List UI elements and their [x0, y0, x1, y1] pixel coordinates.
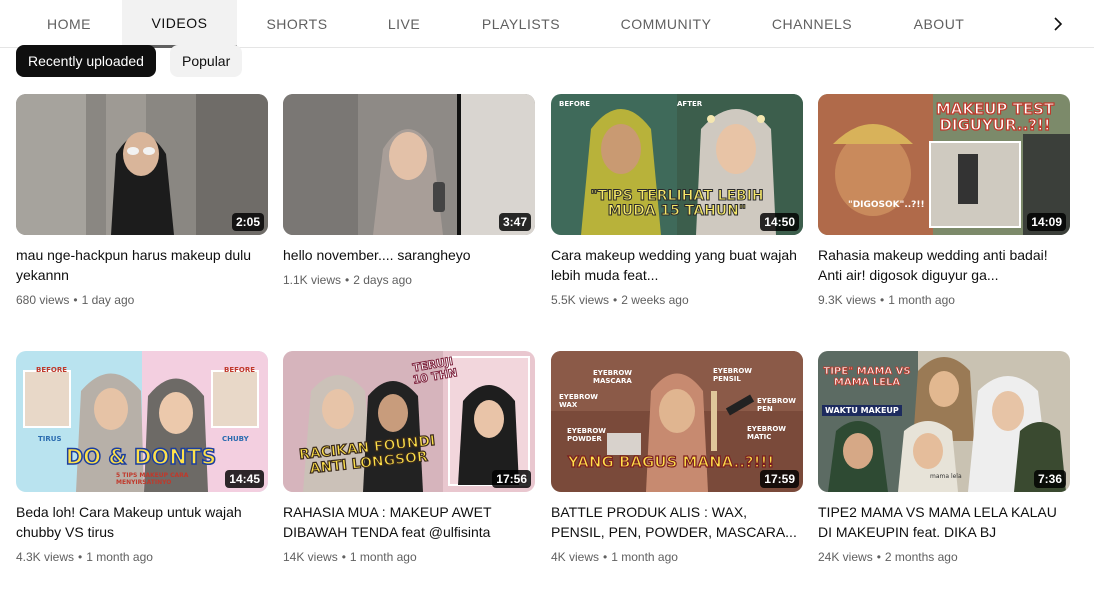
tirus-label: TIRUS [38, 435, 62, 443]
eyebrow-matic-label: EYEBROW MATIC [747, 425, 787, 441]
meta-separator: • [613, 293, 618, 307]
upload-age: 1 month ago [349, 550, 417, 564]
upload-age: 2 months ago [884, 550, 958, 564]
view-count: 24K views [818, 550, 873, 564]
video-title[interactable]: Beda loh! Cara Makeup untuk wajah chubby… [16, 502, 268, 542]
meta-separator: • [341, 550, 346, 564]
digosok-label: "DIGOSOK"..?!! [848, 200, 925, 210]
tips-label: 5 TIPS MAKEUP CARA MENYIRSATINYO [116, 472, 189, 486]
upload-age: 2 weeks ago [621, 293, 689, 307]
video-meta: 14K views • 1 month ago [283, 548, 535, 566]
thumbnail-caption: YANG BAGUS MANA..?!!! [567, 453, 775, 471]
video-card[interactable]: EYEBROW MASCARA EYEBROW PENSIL EYEBROW W… [551, 351, 803, 566]
video-title[interactable]: RAHASIA MUA : MAKEUP AWET DIBAWAH TENDA … [283, 502, 535, 542]
waktu-makeup-label: WAKTU MAKEUP [822, 405, 902, 416]
duration-badge: 14:09 [1027, 213, 1066, 231]
video-card[interactable]: 3:47 hello november.... sarangheyo 1.1K … [283, 94, 535, 289]
eyebrow-pen-label: EYEBROW PEN [757, 397, 797, 413]
video-meta: 9.3K views • 1 month ago [818, 291, 1070, 309]
upload-age: 1 day ago [81, 293, 135, 307]
after-label: AFTER [677, 100, 703, 108]
video-title[interactable]: Rahasia makeup wedding anti badai! Anti … [818, 245, 1070, 285]
video-title[interactable]: BATTLE PRODUK ALIS : WAX, PENSIL, PEN, P… [551, 502, 803, 542]
before-label: BEFORE [36, 366, 68, 374]
video-thumbnail[interactable]: TERUJI 10 THN RACIKAN FOUNDI ANTI LONGSO… [283, 351, 535, 492]
thumbnail-caption: MAKEUP TEST DIGUYUR..?!! [935, 100, 1055, 134]
meta-separator: • [345, 273, 350, 287]
view-count: 1.1K views [283, 273, 342, 287]
chuby-label: CHUBY [222, 435, 249, 443]
thumbnail-caption: DO & DONTS [65, 445, 217, 469]
duration-badge: 14:50 [760, 213, 799, 231]
meta-separator: • [78, 550, 83, 564]
video-thumbnail[interactable]: 2:05 [16, 94, 268, 235]
mama-lela-label: mama lela [930, 473, 962, 480]
view-count: 9.3K views [818, 293, 877, 307]
tab-shorts[interactable]: SHORTS [244, 0, 350, 48]
duration-badge: 17:59 [760, 470, 799, 488]
tab-home[interactable]: HOME [20, 0, 118, 48]
tab-live[interactable]: LIVE [364, 0, 444, 48]
video-title[interactable]: Cara makeup wedding yang buat wajah lebi… [551, 245, 803, 285]
view-count: 680 views [16, 293, 70, 307]
upload-age: 2 days ago [353, 273, 412, 287]
thumbnail-caption: "TIPS TERLIHAT LEBIH MUDA 15 TAHUN" [590, 188, 764, 219]
video-meta: 1.1K views • 2 days ago [283, 271, 535, 289]
eyebrow-pensil-label: EYEBROW PENSIL [713, 367, 753, 383]
video-title[interactable]: hello november.... sarangheyo [283, 245, 535, 265]
video-card[interactable]: TIPE" MAMA VS MAMA LELA WAKTU MAKEUP mam… [818, 351, 1070, 566]
meta-separator: • [73, 293, 78, 307]
video-title[interactable]: mau nge-hackpun harus makeup dulu yekann… [16, 245, 268, 285]
video-thumbnail[interactable]: BEFORE AFTER "TIPS TERLIHAT LEBIH MUDA 1… [551, 94, 803, 235]
duration-badge: 14:45 [225, 470, 264, 488]
upload-age: 1 month ago [611, 550, 678, 564]
video-title[interactable]: TIPE2 MAMA VS MAMA LELA KALAU DI MAKEUPI… [818, 502, 1070, 542]
duration-badge: 7:36 [1033, 470, 1066, 488]
tab-about[interactable]: ABOUT [896, 0, 982, 48]
eyebrow-wax-label: EYEBROW WAX [559, 393, 599, 409]
thumbnail-image [16, 94, 268, 235]
view-count: 5.5K views [551, 293, 610, 307]
duration-badge: 17:56 [492, 470, 531, 488]
video-meta: 5.5K views • 2 weeks ago [551, 291, 803, 309]
video-meta: 4K views • 1 month ago [551, 548, 803, 566]
thumbnail-image [283, 94, 535, 235]
chevron-right-icon[interactable] [1048, 14, 1068, 34]
meta-separator: • [603, 550, 608, 564]
video-thumbnail[interactable]: EYEBROW MASCARA EYEBROW PENSIL EYEBROW W… [551, 351, 803, 492]
video-thumbnail[interactable]: MAKEUP TEST DIGUYUR..?!! "DIGOSOK"..?!! … [818, 94, 1070, 235]
view-count: 4K views [551, 550, 600, 564]
eyebrow-powder-label: EYEBROW POWDER [567, 427, 607, 443]
video-card[interactable]: BEFORE BEFORE TIRUS CHUBY DO & DONTS 5 T… [16, 351, 268, 566]
tab-videos[interactable]: VIDEOS [122, 0, 237, 48]
chip-recently-uploaded[interactable]: Recently uploaded [16, 45, 156, 77]
video-card[interactable]: 2:05 mau nge-hackpun harus makeup dulu y… [16, 94, 268, 309]
upload-age: 1 month ago [888, 293, 955, 307]
tab-community[interactable]: COMMUNITY [606, 0, 726, 48]
duration-badge: 2:05 [231, 213, 264, 231]
channel-tabs: HOME VIDEOS SHORTS LIVE PLAYLISTS COMMUN… [0, 0, 1094, 48]
eyebrow-mascara-label: EYEBROW MASCARA [593, 369, 633, 385]
video-thumbnail[interactable]: 3:47 [283, 94, 535, 235]
chip-popular[interactable]: Popular [170, 45, 243, 77]
upload-age: 1 month ago [86, 550, 153, 564]
before-label: BEFORE [224, 366, 256, 374]
video-thumbnail[interactable]: TIPE" MAMA VS MAMA LELA WAKTU MAKEUP mam… [818, 351, 1070, 492]
video-meta: 4.3K views • 1 month ago [16, 548, 268, 566]
meta-separator: • [880, 293, 885, 307]
tab-playlists[interactable]: PLAYLISTS [466, 0, 576, 48]
video-meta: 24K views • 2 months ago [818, 548, 1070, 566]
before-label: BEFORE [559, 100, 591, 108]
video-meta: 680 views • 1 day ago [16, 291, 268, 309]
view-count: 4.3K views [16, 550, 75, 564]
thumbnail-caption: TIPE" MAMA VS MAMA LELA [823, 366, 911, 388]
video-card[interactable]: TERUJI 10 THN RACIKAN FOUNDI ANTI LONGSO… [283, 351, 535, 566]
duration-badge: 3:47 [498, 213, 531, 231]
meta-separator: • [876, 550, 881, 564]
video-card[interactable]: BEFORE AFTER "TIPS TERLIHAT LEBIH MUDA 1… [551, 94, 803, 309]
video-thumbnail[interactable]: BEFORE BEFORE TIRUS CHUBY DO & DONTS 5 T… [16, 351, 268, 492]
view-count: 14K views [283, 550, 338, 564]
tab-channels[interactable]: CHANNELS [756, 0, 868, 48]
video-card[interactable]: MAKEUP TEST DIGUYUR..?!! "DIGOSOK"..?!! … [818, 94, 1070, 309]
